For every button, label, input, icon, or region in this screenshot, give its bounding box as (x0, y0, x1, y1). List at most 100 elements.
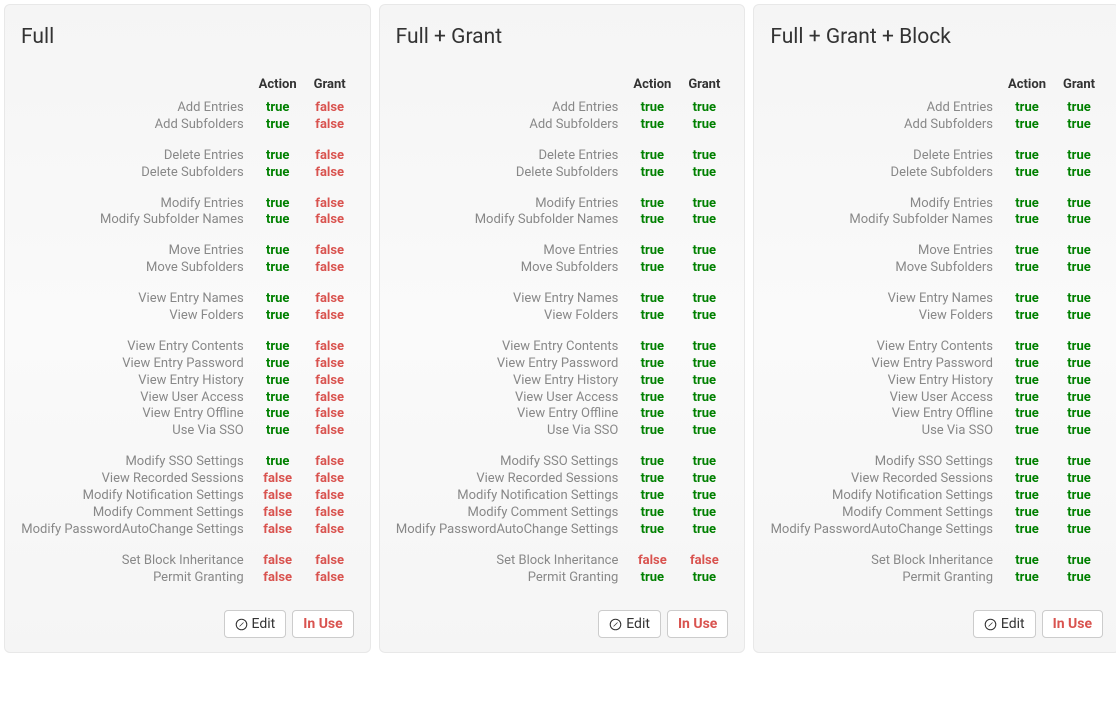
permission-action-value: true (1003, 212, 1051, 229)
permission-label: View Entry Offline (396, 406, 625, 423)
permission-grant-value: false (306, 522, 354, 539)
permission-row: Modify Subfolder Namestruetrue (396, 212, 729, 229)
permission-grant-value: true (680, 308, 728, 325)
permission-label: Permit Granting (770, 570, 999, 587)
permission-grant-value: true (1055, 423, 1103, 440)
permission-action-value: true (628, 291, 676, 308)
permission-action-value: true (628, 406, 676, 423)
column-header-grant: Grant (1055, 77, 1103, 92)
permission-grant-value: true (1055, 356, 1103, 373)
permission-label: Modify Entries (396, 196, 625, 213)
edit-button[interactable]: Edit (598, 610, 661, 638)
permission-action-value: true (628, 148, 676, 165)
permission-group: Move EntriestruefalseMove Subfolderstrue… (21, 243, 354, 277)
permission-row: View Recorded Sessionsfalsefalse (21, 471, 354, 488)
permission-label: View Entry Names (396, 291, 625, 308)
permission-cards-container: FullActionGrantAdd EntriestruefalseAdd S… (4, 4, 1116, 653)
permission-action-value: true (254, 308, 302, 325)
in-use-button[interactable]: In Use (292, 610, 353, 638)
permission-label: Move Subfolders (396, 260, 625, 277)
permission-action-value: true (254, 390, 302, 407)
permission-group: Add EntriestruetrueAdd Subfolderstruetru… (396, 100, 729, 134)
permission-label: Permit Granting (21, 570, 250, 587)
permission-label: View Recorded Sessions (770, 471, 999, 488)
permission-row: View Entry Historytruefalse (21, 373, 354, 390)
edit-button[interactable]: Edit (224, 610, 287, 638)
permission-group: Move EntriestruetrueMove Subfolderstruet… (770, 243, 1103, 277)
permission-action-value: true (1003, 165, 1051, 182)
permission-action-value: true (1003, 390, 1051, 407)
in-use-button[interactable]: In Use (667, 610, 728, 638)
permission-action-value: false (254, 522, 302, 539)
permission-label: Modify Notification Settings (396, 488, 625, 505)
permission-row: Use Via SSOtruetrue (396, 423, 729, 440)
permission-grant-value: true (1055, 471, 1103, 488)
permission-action-value: true (254, 117, 302, 134)
permission-label: Delete Subfolders (770, 165, 999, 182)
column-header-grant: Grant (306, 77, 354, 92)
permission-action-value: true (1003, 243, 1051, 260)
in-use-button[interactable]: In Use (1042, 610, 1103, 638)
permission-grant-value: true (1055, 373, 1103, 390)
edit-button-label: Edit (626, 616, 650, 632)
permission-label: Delete Entries (396, 148, 625, 165)
permission-action-value: true (628, 505, 676, 522)
permission-group: View Entry ContentstruefalseView Entry P… (21, 339, 354, 440)
permission-label: Modify PasswordAutoChange Settings (21, 522, 250, 539)
permission-grant-value: true (680, 471, 728, 488)
permission-action-value: true (1003, 373, 1051, 390)
permissions-header: ActionGrant (396, 77, 729, 92)
permission-action-value: true (254, 291, 302, 308)
permission-label: View Folders (21, 308, 250, 325)
permission-group: Modify SSO SettingstruefalseView Recorde… (21, 454, 354, 538)
permission-grant-value: true (680, 423, 728, 440)
permission-grant-value: true (1055, 117, 1103, 134)
permission-group: Set Block InheritancetruetruePermit Gran… (770, 553, 1103, 587)
permission-action-value: true (1003, 553, 1051, 570)
permission-label: Delete Subfolders (21, 165, 250, 182)
permission-row: Delete Subfolderstruetrue (396, 165, 729, 182)
permission-action-value: true (254, 423, 302, 440)
permission-grant-value: false (306, 423, 354, 440)
permission-row: Move Subfolderstruetrue (770, 260, 1103, 277)
permission-label: Modify Entries (21, 196, 250, 213)
permission-label: Move Entries (21, 243, 250, 260)
permission-row: View User Accesstruefalse (21, 390, 354, 407)
permission-action-value: true (628, 570, 676, 587)
column-header-action: Action (254, 77, 302, 92)
permission-label: Add Entries (770, 100, 999, 117)
permission-grant-value: true (1055, 454, 1103, 471)
permission-action-value: true (254, 339, 302, 356)
permission-group: Delete EntriestruetrueDelete Subfolderst… (770, 148, 1103, 182)
permission-grant-value: true (680, 291, 728, 308)
permission-action-value: false (254, 505, 302, 522)
permission-grant-value: true (1055, 488, 1103, 505)
permission-action-value: true (628, 212, 676, 229)
column-header-grant: Grant (680, 77, 728, 92)
permission-group: Modify EntriestruetrueModify Subfolder N… (770, 196, 1103, 230)
permission-label: Delete Entries (770, 148, 999, 165)
edit-button[interactable]: Edit (973, 610, 1036, 638)
permission-group: Delete EntriestruefalseDelete Subfolders… (21, 148, 354, 182)
permission-grant-value: true (1055, 339, 1103, 356)
permission-card: Full + Grant + BlockActionGrantAdd Entri… (753, 4, 1116, 653)
permission-row: Move Entriestruetrue (770, 243, 1103, 260)
permission-card: FullActionGrantAdd EntriestruefalseAdd S… (4, 4, 371, 653)
edit-icon (609, 618, 622, 631)
permission-grant-value: true (1055, 406, 1103, 423)
permission-action-value: true (1003, 471, 1051, 488)
permission-label: Modify SSO Settings (770, 454, 999, 471)
permission-label: View User Access (396, 390, 625, 407)
permission-group: View Entry NamestruefalseView Folderstru… (21, 291, 354, 325)
permission-row: Permit Grantingtruetrue (770, 570, 1103, 587)
permission-label: Set Block Inheritance (770, 553, 999, 570)
permission-grant-value: false (306, 243, 354, 260)
edit-icon (235, 618, 248, 631)
permission-label: Use Via SSO (396, 423, 625, 440)
permission-action-value: true (1003, 522, 1051, 539)
permission-action-value: true (628, 390, 676, 407)
permission-row: View Entry Namestruetrue (770, 291, 1103, 308)
permission-label: View Entry Contents (21, 339, 250, 356)
permission-group: Delete EntriestruetrueDelete Subfolderst… (396, 148, 729, 182)
permission-row: View User Accesstruetrue (770, 390, 1103, 407)
